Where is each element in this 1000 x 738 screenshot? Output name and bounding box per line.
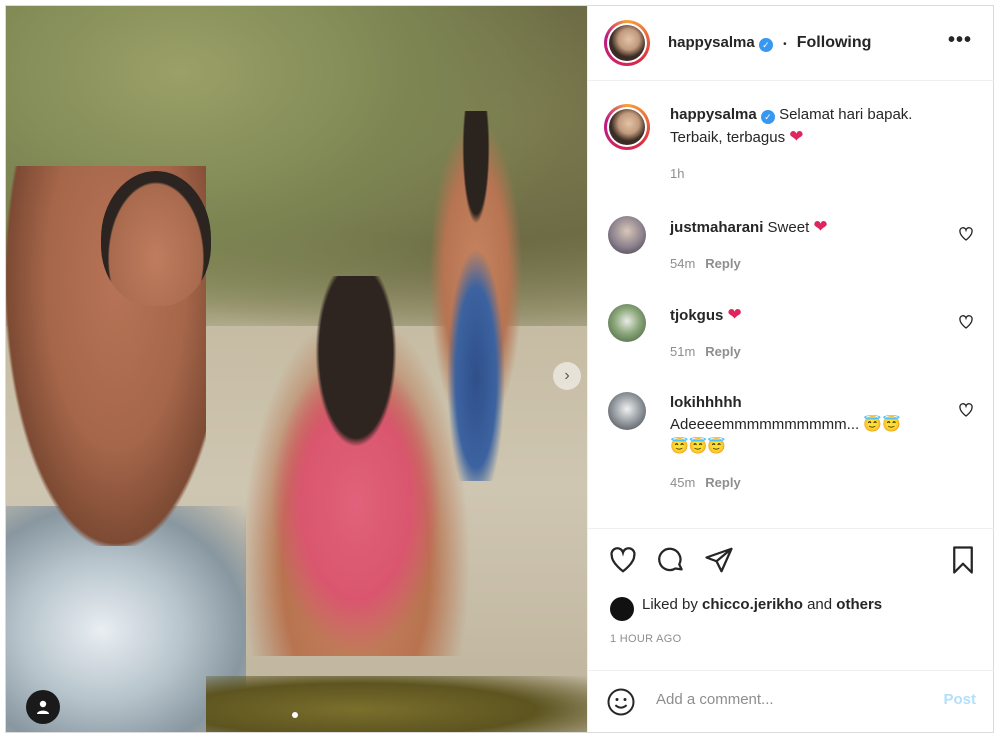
liked-by-and: and xyxy=(807,596,833,613)
separator: • xyxy=(783,39,787,50)
comment-time[interactable]: 45m xyxy=(670,475,695,490)
comment-username[interactable]: tjokgus xyxy=(670,307,723,324)
caption-line1: Selamat hari bapak. xyxy=(779,106,913,123)
photo-man-head xyxy=(101,171,211,306)
comment-time[interactable]: 51m xyxy=(670,344,695,359)
angel-emoji-icon: 😇😇 xyxy=(863,416,901,433)
author-avatar[interactable] xyxy=(604,20,650,66)
photo-seaweed xyxy=(206,676,587,732)
comment-avatar[interactable] xyxy=(608,216,646,254)
photo-girl xyxy=(226,276,486,656)
liker-avatar[interactable] xyxy=(610,597,634,621)
share-send-icon[interactable] xyxy=(704,545,734,575)
more-options-icon[interactable]: ••• xyxy=(948,30,972,50)
like-comment-heart-icon[interactable] xyxy=(958,314,974,330)
liked-by-prefix: Liked by xyxy=(642,596,698,613)
liked-by-user[interactable]: chicco.jerikho xyxy=(702,596,803,613)
reply-button[interactable]: Reply xyxy=(705,344,740,359)
post-header: happysalma ✓ • Following ••• xyxy=(588,6,994,81)
carousel-next-button[interactable]: › xyxy=(553,362,581,390)
reply-button[interactable]: Reply xyxy=(705,256,740,271)
like-comment-heart-icon[interactable] xyxy=(958,402,974,418)
emoji-smiley-icon[interactable] xyxy=(606,687,636,717)
chevron-right-icon: › xyxy=(564,367,570,384)
comment-text: Adeeeemmmmmmmmmm... xyxy=(670,416,860,433)
user-tag-button[interactable] xyxy=(26,690,60,724)
heart-emoji-icon: ❤ xyxy=(789,127,804,146)
add-comment-input[interactable]: Add a comment... xyxy=(656,691,774,708)
liked-by-others[interactable]: others xyxy=(836,596,882,613)
caption-username[interactable]: happysalma xyxy=(670,106,757,123)
angel-emoji-icon: 😇😇😇 xyxy=(670,438,727,455)
comment-avatar[interactable] xyxy=(608,304,646,342)
comment-time[interactable]: 54m xyxy=(670,256,695,271)
comment-username[interactable]: justmaharani xyxy=(670,219,763,236)
verified-badge-icon: ✓ xyxy=(760,110,775,124)
like-comment-heart-icon[interactable] xyxy=(958,226,974,242)
post-sidebar: happysalma ✓ • Following ••• happysalma … xyxy=(587,6,994,732)
user-icon xyxy=(37,700,49,714)
heart-emoji-icon: ❤ xyxy=(813,217,828,236)
comment-text: Sweet xyxy=(767,219,810,236)
comment-bubble-icon[interactable] xyxy=(656,545,686,575)
liked-by: Liked by chicco.jerikho and others xyxy=(642,596,882,613)
author-username[interactable]: happysalma xyxy=(668,34,755,51)
save-bookmark-icon[interactable] xyxy=(948,545,978,575)
following-button[interactable]: Following xyxy=(797,34,872,51)
like-heart-icon[interactable] xyxy=(608,545,638,575)
post-photo[interactable]: › xyxy=(6,6,587,732)
add-comment-bar: Add a comment... Post xyxy=(588,670,994,733)
caption-author-avatar[interactable] xyxy=(604,104,650,150)
post-timestamp[interactable]: 1 HOUR AGO xyxy=(610,633,681,645)
caption-time[interactable]: 1h xyxy=(670,163,970,185)
heart-emoji-icon: ❤ xyxy=(727,305,742,324)
post-comment-button[interactable]: Post xyxy=(943,691,976,708)
comment-avatar[interactable] xyxy=(608,392,646,430)
caption-line2: Terbaik, terbagus xyxy=(670,129,786,146)
comment-username[interactable]: lokihhhhh xyxy=(670,394,742,411)
verified-badge-icon: ✓ xyxy=(758,38,773,52)
carousel-dot xyxy=(292,712,298,718)
reply-button[interactable]: Reply xyxy=(705,475,740,490)
